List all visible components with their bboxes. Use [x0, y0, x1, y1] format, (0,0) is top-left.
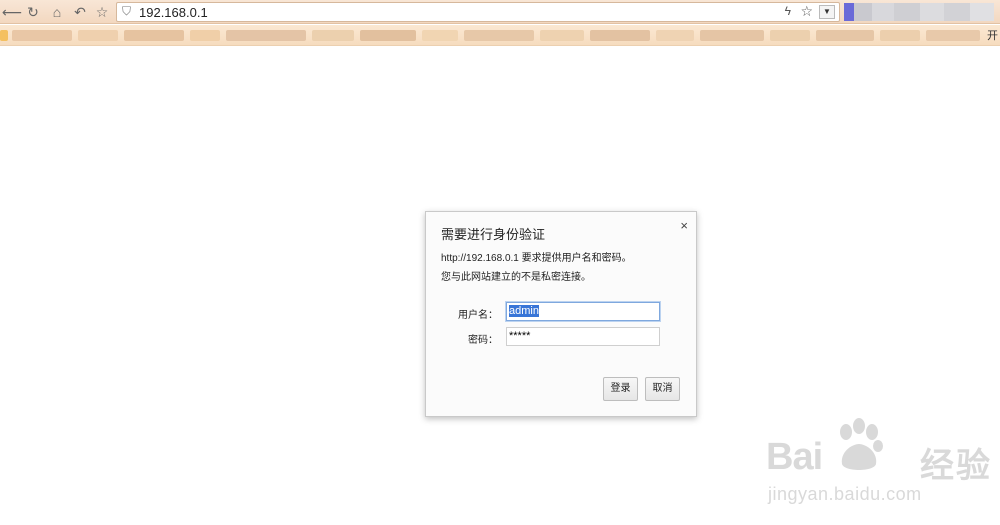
- cancel-button[interactable]: 取消: [645, 377, 680, 401]
- chevron-down-icon[interactable]: ▼: [819, 5, 835, 19]
- dialog-message-line1: http://192.168.0.1 要求提供用户名和密码。: [441, 253, 632, 264]
- close-icon[interactable]: ×: [680, 218, 688, 233]
- auth-dialog: 需要进行身份验证 × http://192.168.0.1 要求提供用户名和密码…: [425, 211, 697, 417]
- username-label: 用户名：: [458, 310, 498, 321]
- bookmark-overflow-label[interactable]: 开: [987, 27, 998, 43]
- password-field[interactable]: *****: [506, 327, 660, 346]
- lightning-icon[interactable]: ϟ: [785, 4, 791, 18]
- bookmark-folder-icon: [0, 30, 8, 41]
- address-bar[interactable]: ⛉ 192.168.0.1 ϟ ☆ ▼: [116, 2, 840, 22]
- browser-toolbar: ⟵ ↻ ⌂ ↶ ☆ ⛉ 192.168.0.1 ϟ ☆ ▼: [0, 0, 1000, 24]
- bookmark-star-icon[interactable]: ☆: [800, 3, 813, 20]
- undo-icon[interactable]: ↶: [71, 3, 89, 21]
- username-field[interactable]: admin: [506, 302, 660, 321]
- paw-logo-icon: [840, 418, 883, 470]
- baidu-jingyan-watermark: Bai du 经验 jingyan.baidu.com: [762, 418, 998, 522]
- username-value: admin: [509, 305, 539, 317]
- dialog-message-line2: 您与此网站建立的不是私密连接。: [441, 272, 591, 283]
- bookmarks-bar: 开: [0, 25, 1000, 46]
- back-arrow-icon[interactable]: ⟵: [2, 3, 22, 21]
- star-icon[interactable]: ☆: [93, 3, 111, 21]
- shield-icon: ⛉: [122, 4, 132, 18]
- dialog-title: 需要进行身份验证: [441, 227, 546, 242]
- password-label: 密码：: [468, 335, 498, 346]
- address-url[interactable]: 192.168.0.1: [139, 5, 208, 20]
- home-icon[interactable]: ⌂: [48, 3, 66, 21]
- search-box-blurred[interactable]: [844, 3, 994, 21]
- login-button[interactable]: 登录: [603, 377, 638, 401]
- reload-icon[interactable]: ↻: [24, 3, 42, 21]
